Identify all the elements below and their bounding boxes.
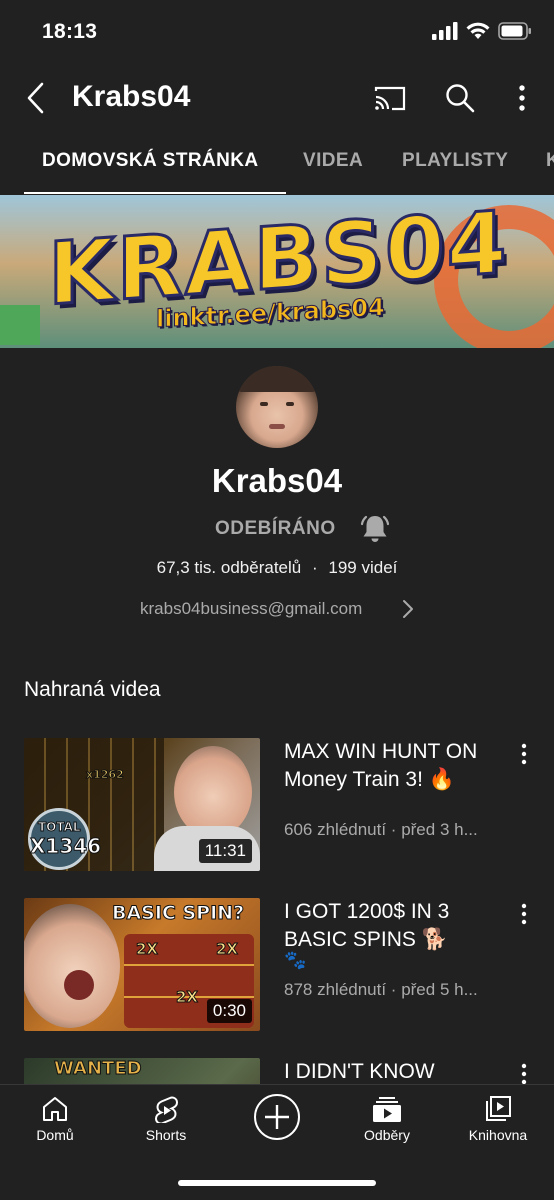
- search-button[interactable]: [442, 80, 478, 116]
- more-vert-icon[interactable]: [514, 742, 534, 766]
- thumb-multiplier: 2X: [215, 940, 239, 959]
- video-item[interactable]: BASIC SPIN? 2X 2X 2X 0:30 I GOT 1200$ IN…: [0, 898, 554, 1038]
- top-actions: [372, 80, 532, 116]
- video-item[interactable]: TOTAL X1346 x1262 11:31 MAX WIN HUNT ON …: [0, 738, 554, 878]
- stats-separator: ·: [311, 558, 318, 577]
- tab-community[interactable]: K: [546, 150, 554, 172]
- home-icon: [43, 1097, 67, 1121]
- thumb-headline: BASIC SPIN?: [111, 902, 245, 925]
- library-icon: [486, 1096, 511, 1121]
- video-title[interactable]: MAX WIN HUNT ON Money Train 3! 🔥: [284, 738, 506, 794]
- thumb-multiplier: 2X: [175, 988, 199, 1007]
- video-title[interactable]: I GOT 1200$ IN 3 BASIC SPINS 🐕: [284, 898, 506, 954]
- nav-library[interactable]: Knihovna: [448, 1095, 548, 1143]
- nav-label: Knihovna: [468, 1127, 528, 1143]
- create-icon: [254, 1094, 300, 1140]
- uploads-section-title: Nahraná videa: [24, 678, 161, 701]
- video-thumbnail[interactable]: BASIC SPIN? 2X 2X 2X 0:30: [24, 898, 260, 1031]
- channel-banner: KRABS04 linktr.ee/krabs04: [0, 195, 554, 348]
- video-title[interactable]: I DIDN'T KNOW: [284, 1058, 506, 1084]
- video-count: 199 videí: [328, 558, 398, 577]
- subscribed-button[interactable]: ODEBÍRÁNO: [215, 518, 336, 540]
- nav-shorts[interactable]: Shorts: [116, 1095, 216, 1143]
- more-vert-icon[interactable]: [514, 1062, 534, 1084]
- channel-name: Krabs04: [211, 462, 343, 499]
- status-bar: 18:13: [0, 0, 554, 66]
- battery-icon: [498, 22, 531, 40]
- email-link[interactable]: krabs04business@gmail.com: [0, 598, 554, 622]
- back-arrow-icon: [27, 82, 44, 114]
- video-meta: 878 zhlédnutí · před 5 h...: [284, 980, 478, 999]
- video-duration: 0:30: [206, 999, 252, 1023]
- video-duration: 11:31: [198, 839, 252, 863]
- more-vert-icon[interactable]: [514, 902, 534, 926]
- nav-label: Odběry: [364, 1127, 410, 1143]
- top-bar: Krabs04: [0, 66, 554, 130]
- nav-label: Shorts: [145, 1127, 187, 1143]
- tab-playlists[interactable]: PLAYLISTY: [402, 150, 508, 172]
- shorts-icon: [154, 1096, 179, 1123]
- search-icon: [446, 84, 475, 113]
- thumb-multiplier: 2X: [135, 940, 159, 959]
- video-thumbnail[interactable]: WANTED: [24, 1058, 260, 1084]
- thumb-total-label: TOTAL: [38, 820, 82, 835]
- nav-home[interactable]: Domů: [5, 1095, 105, 1143]
- signal-icon: [432, 22, 458, 40]
- thumb-multiplier: X1346: [29, 834, 102, 859]
- video-item[interactable]: WANTED I DIDN'T KNOW: [0, 1058, 554, 1084]
- active-tab-indicator: [24, 192, 286, 194]
- bell-icon[interactable]: [358, 512, 392, 546]
- tab-home[interactable]: DOMOVSKÁ STRÁNKA: [42, 150, 258, 172]
- nav-label: Domů: [36, 1127, 74, 1143]
- nav-subscriptions[interactable]: Odběry: [337, 1095, 437, 1143]
- channel-tabs: DOMOVSKÁ STRÁNKA VIDEA PLAYLISTY K: [0, 136, 554, 194]
- wifi-icon: [466, 22, 490, 39]
- avatar: [236, 366, 318, 448]
- status-time: 18:13: [42, 20, 98, 43]
- subscriptions-icon: [373, 1097, 401, 1122]
- banner-decoration: [0, 305, 40, 345]
- channel-stats: 67,3 tis. odběratelů · 199 videí: [0, 558, 554, 578]
- cast-button[interactable]: [372, 80, 408, 116]
- cast-icon: [374, 86, 406, 111]
- chevron-right-icon: [403, 600, 413, 618]
- back-button[interactable]: [18, 78, 52, 118]
- page-title: Krabs04: [72, 80, 191, 113]
- home-indicator: [178, 1180, 376, 1186]
- more-vert-icon: [519, 85, 525, 111]
- video-thumbnail[interactable]: TOTAL X1346 x1262 11:31: [24, 738, 260, 871]
- nav-create[interactable]: [227, 1093, 327, 1145]
- status-icons: [432, 22, 532, 40]
- tab-videos[interactable]: VIDEA: [303, 150, 363, 172]
- subscriber-count: 67,3 tis. odběratelů: [156, 558, 302, 577]
- thumb-small-multiplier: x1262: [86, 768, 125, 782]
- more-button[interactable]: [512, 80, 532, 116]
- thumb-headline: WANTED: [54, 1058, 143, 1080]
- video-meta: 606 zhlédnutí · před 3 h...: [284, 820, 478, 839]
- subscribe-row: ODEBÍRÁNO: [0, 512, 554, 548]
- channel-email: krabs04business@gmail.com: [140, 599, 363, 618]
- video-meta-icon: 🐾: [284, 950, 307, 970]
